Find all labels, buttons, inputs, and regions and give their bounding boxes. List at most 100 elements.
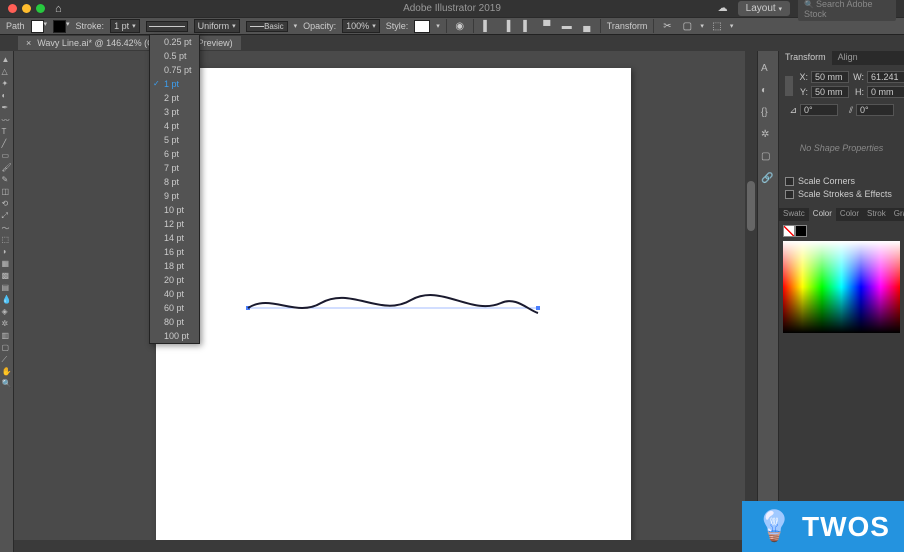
lasso-tool-icon[interactable]: ◐ [2, 91, 12, 101]
stroke-weight-input[interactable]: 1 pt▾ [110, 19, 140, 33]
tab-transform[interactable]: Transform [779, 51, 832, 65]
width-tool-icon[interactable]: 〜 [2, 223, 12, 233]
reference-point-locator[interactable] [785, 76, 793, 96]
eyedropper-icon[interactable]: 💧 [2, 295, 12, 305]
isolate-icon[interactable]: ✂ [660, 19, 674, 33]
stroke-weight-option[interactable]: 7 pt [150, 161, 199, 175]
home-icon[interactable]: ⌂ [55, 3, 62, 15]
close-tab-icon[interactable]: × [26, 38, 31, 48]
artboard[interactable] [156, 68, 631, 548]
stroke-weight-option[interactable]: 5 pt [150, 133, 199, 147]
stroke-weight-option[interactable]: 0.5 pt [150, 49, 199, 63]
blend-tool-icon[interactable]: ◈ [2, 307, 12, 317]
tab-gradient[interactable]: Gradie [890, 208, 904, 221]
shear-input[interactable] [856, 104, 894, 116]
stroke-weight-option[interactable]: 14 pt [150, 231, 199, 245]
tab-stroke-panel[interactable]: Strok [863, 208, 890, 221]
stroke-weight-option[interactable]: 80 pt [150, 315, 199, 329]
x-input[interactable] [811, 71, 849, 83]
align-to-icon[interactable]: ⬚ [710, 19, 724, 33]
stroke-profile-dropdown[interactable] [146, 21, 188, 32]
tab-color-guide[interactable]: Color [836, 208, 863, 221]
align-bottom-icon[interactable]: ▄ [580, 19, 594, 33]
stroke-weight-option[interactable]: 100 pt [150, 329, 199, 343]
pen-tool-icon[interactable]: ✒ [2, 103, 12, 113]
stroke-weight-option[interactable]: 6 pt [150, 147, 199, 161]
stroke-weight-option[interactable]: 20 pt [150, 273, 199, 287]
graph-tool-icon[interactable]: ▥ [2, 331, 12, 341]
stroke-weight-option[interactable]: 12 pt [150, 217, 199, 231]
recolor-icon[interactable]: ◉ [453, 19, 467, 33]
slice-tool-icon[interactable]: ⟋ [2, 355, 12, 365]
document-tab[interactable]: × Wavy Line.ai* @ 146.42% (CMYK/GPU Prev… [18, 36, 241, 50]
fill-none-swatch[interactable] [783, 225, 795, 237]
links-icon[interactable]: 🔗 [761, 173, 775, 187]
edit-in-icon[interactable]: ▢ [680, 19, 694, 33]
y-input[interactable] [811, 86, 849, 98]
stroke-weight-option[interactable]: 10 pt [150, 203, 199, 217]
close-window-button[interactable] [8, 4, 17, 13]
cloud-icon[interactable]: ☁ [716, 2, 730, 16]
symbols-icon[interactable]: ✲ [761, 129, 775, 143]
artboard-tool-icon[interactable]: ▢ [2, 343, 12, 353]
minimize-window-button[interactable] [22, 4, 31, 13]
align-center-icon[interactable]: ▐ [500, 19, 514, 33]
free-transform-icon[interactable]: ⬚ [2, 235, 12, 245]
align-top-icon[interactable]: ▀ [540, 19, 554, 33]
shaper-tool-icon[interactable]: ✎ [2, 175, 12, 185]
shape-builder-icon[interactable]: ◑ [2, 247, 12, 257]
search-adobe-stock[interactable]: Search Adobe Stock [798, 0, 896, 21]
h-input[interactable] [867, 86, 904, 98]
stroke-black-swatch[interactable] [795, 225, 807, 237]
properties-icon[interactable]: A [761, 63, 775, 77]
eraser-tool-icon[interactable]: ◫ [2, 187, 12, 197]
stroke-weight-option[interactable]: 60 pt [150, 301, 199, 315]
fill-stroke-indicator[interactable] [779, 221, 904, 241]
tab-swatches[interactable]: Swatc [779, 208, 809, 221]
stroke-profile-value[interactable]: Uniform▾ [194, 19, 240, 33]
mesh-tool-icon[interactable]: ▩ [2, 271, 12, 281]
gradient-tool-icon[interactable]: ▤ [2, 283, 12, 293]
rotate-tool-icon[interactable]: ⟲ [2, 199, 12, 209]
scale-tool-icon[interactable]: ⤢ [2, 211, 12, 221]
libraries-strip-icon[interactable]: ▢ [761, 151, 775, 165]
tab-color[interactable]: Color [809, 208, 836, 221]
scale-corners-checkbox[interactable] [785, 177, 794, 186]
scale-corners-option[interactable]: Scale Corners [785, 176, 898, 186]
stroke-weight-option[interactable]: 0.75 pt [150, 63, 199, 77]
stroke-weight-option[interactable]: 9 pt [150, 189, 199, 203]
fill-swatch[interactable] [31, 20, 44, 33]
style-swatch[interactable] [414, 20, 430, 33]
wavy-line-path[interactable] [248, 295, 538, 313]
rectangle-tool-icon[interactable]: ▭ [2, 151, 12, 161]
vertical-scrollbar[interactable] [745, 51, 757, 552]
transform-link[interactable]: Transform [607, 21, 648, 31]
stroke-weight-option[interactable]: 18 pt [150, 259, 199, 273]
horizontal-scrollbar[interactable] [14, 540, 745, 552]
direct-selection-tool-icon[interactable]: △ [2, 67, 12, 77]
maximize-window-button[interactable] [36, 4, 45, 13]
curvature-tool-icon[interactable]: 〰 [2, 115, 12, 125]
fill-stroke-swatches[interactable]: ▾ [31, 20, 48, 33]
scale-strokes-option[interactable]: Scale Strokes & Effects [785, 189, 898, 199]
workspace-switcher[interactable]: Layout ▾ [738, 1, 790, 16]
line-tool-icon[interactable]: ╱ [2, 139, 12, 149]
stroke-weight-option[interactable]: 2 pt [150, 91, 199, 105]
stroke-weight-option[interactable]: 1 pt [150, 77, 199, 91]
symbol-sprayer-icon[interactable]: ✲ [2, 319, 12, 329]
asset-export-icon[interactable]: ◐ [761, 85, 775, 99]
rotate-input[interactable] [800, 104, 838, 116]
stroke-swatch[interactable] [53, 20, 66, 33]
stroke-weight-option[interactable]: 16 pt [150, 245, 199, 259]
stroke-weight-option[interactable]: 3 pt [150, 105, 199, 119]
stroke-weight-option[interactable]: 40 pt [150, 287, 199, 301]
brush-dropdown[interactable]: Basic [246, 21, 288, 32]
perspective-icon[interactable]: ▦ [2, 259, 12, 269]
stroke-weight-dropdown[interactable]: 0.25 pt0.5 pt0.75 pt1 pt2 pt3 pt4 pt5 pt… [149, 34, 200, 344]
align-middle-icon[interactable]: ▬ [560, 19, 574, 33]
stroke-weight-option[interactable]: 8 pt [150, 175, 199, 189]
hand-tool-icon[interactable]: ✋ [2, 367, 12, 377]
opacity-input[interactable]: 100%▾ [342, 19, 380, 33]
magic-wand-tool-icon[interactable]: ✦ [2, 79, 12, 89]
canvas-area[interactable] [14, 51, 757, 552]
